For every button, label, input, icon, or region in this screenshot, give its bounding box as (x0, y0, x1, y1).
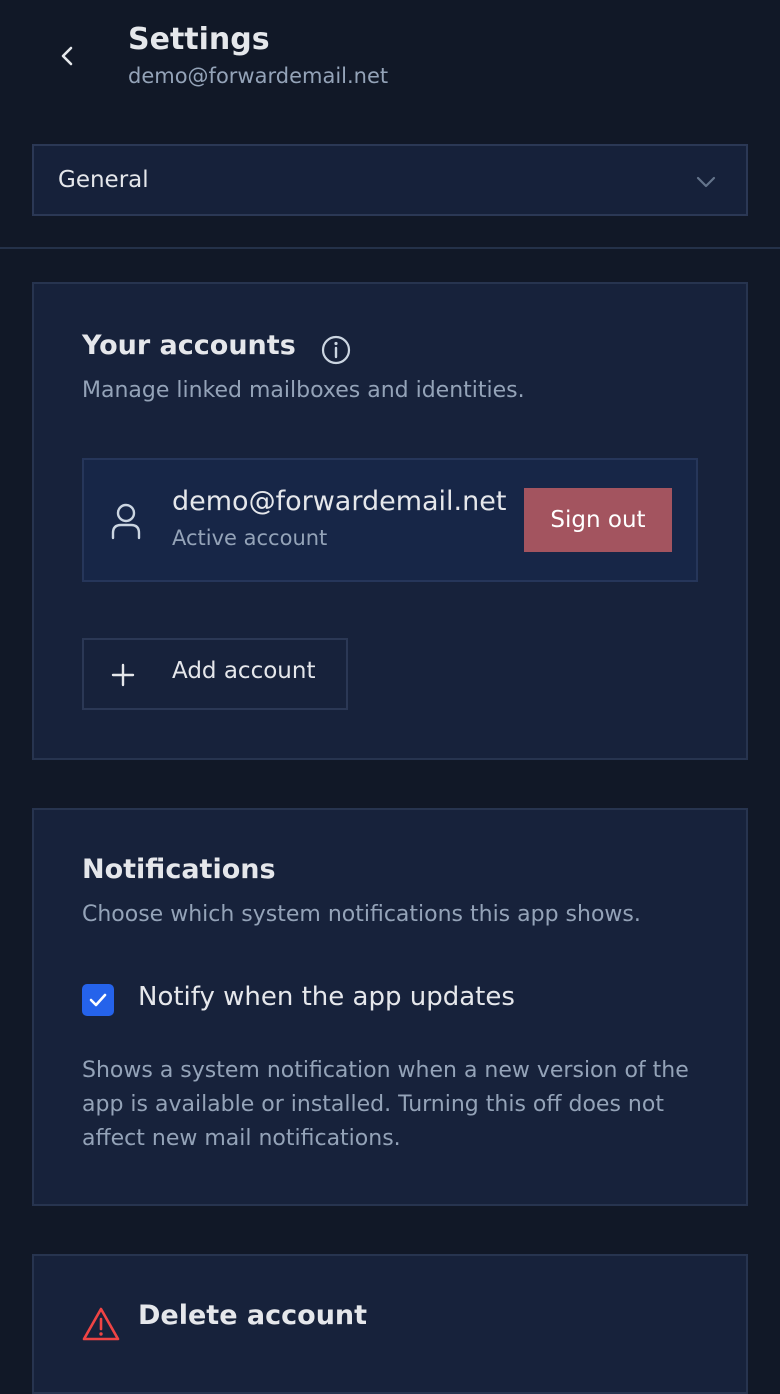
page-subtitle: demo@forwardemail.net (128, 64, 389, 88)
add-account-label: Add account (172, 658, 316, 684)
notify-updates-help: Shows a system notification when a new v… (82, 1058, 689, 1151)
notifications-description: Choose which system notifications this a… (82, 902, 641, 927)
person-icon (111, 503, 141, 540)
section-select[interactable]: General (32, 144, 748, 216)
account-item: demo@forwardemail.net Active account Sig… (82, 458, 698, 582)
notifications-title: Notifications (82, 854, 276, 885)
account-status: Active account (172, 526, 328, 550)
back-button[interactable] (48, 36, 88, 76)
divider (0, 247, 780, 249)
chevron-down-icon (696, 176, 716, 188)
notify-updates-checkbox[interactable] (82, 984, 114, 1016)
accounts-description: Manage linked mailboxes and identities. (82, 378, 525, 403)
notifications-card: Notifications Choose which system notifi… (32, 808, 748, 1206)
info-icon[interactable] (320, 334, 352, 366)
page-title: Settings (128, 22, 270, 57)
add-account-button[interactable]: Add account (82, 638, 348, 710)
header: Settings demo@forwardemail.net (0, 0, 780, 112)
account-email: demo@forwardemail.net (172, 486, 507, 517)
delete-account-card: Delete account (32, 1254, 748, 1394)
delete-account-title: Delete account (138, 1300, 368, 1331)
chevron-left-icon (61, 46, 73, 66)
accounts-title: Your accounts (82, 330, 296, 361)
section-select-value: General (58, 167, 149, 193)
sign-out-button[interactable]: Sign out (524, 488, 672, 552)
warning-icon (82, 1307, 120, 1341)
plus-icon (111, 663, 135, 687)
notify-updates-label[interactable]: Notify when the app updates (138, 982, 515, 1012)
checkmark-icon (89, 993, 107, 1007)
accounts-card: Your accounts Manage linked mailboxes an… (32, 282, 748, 760)
